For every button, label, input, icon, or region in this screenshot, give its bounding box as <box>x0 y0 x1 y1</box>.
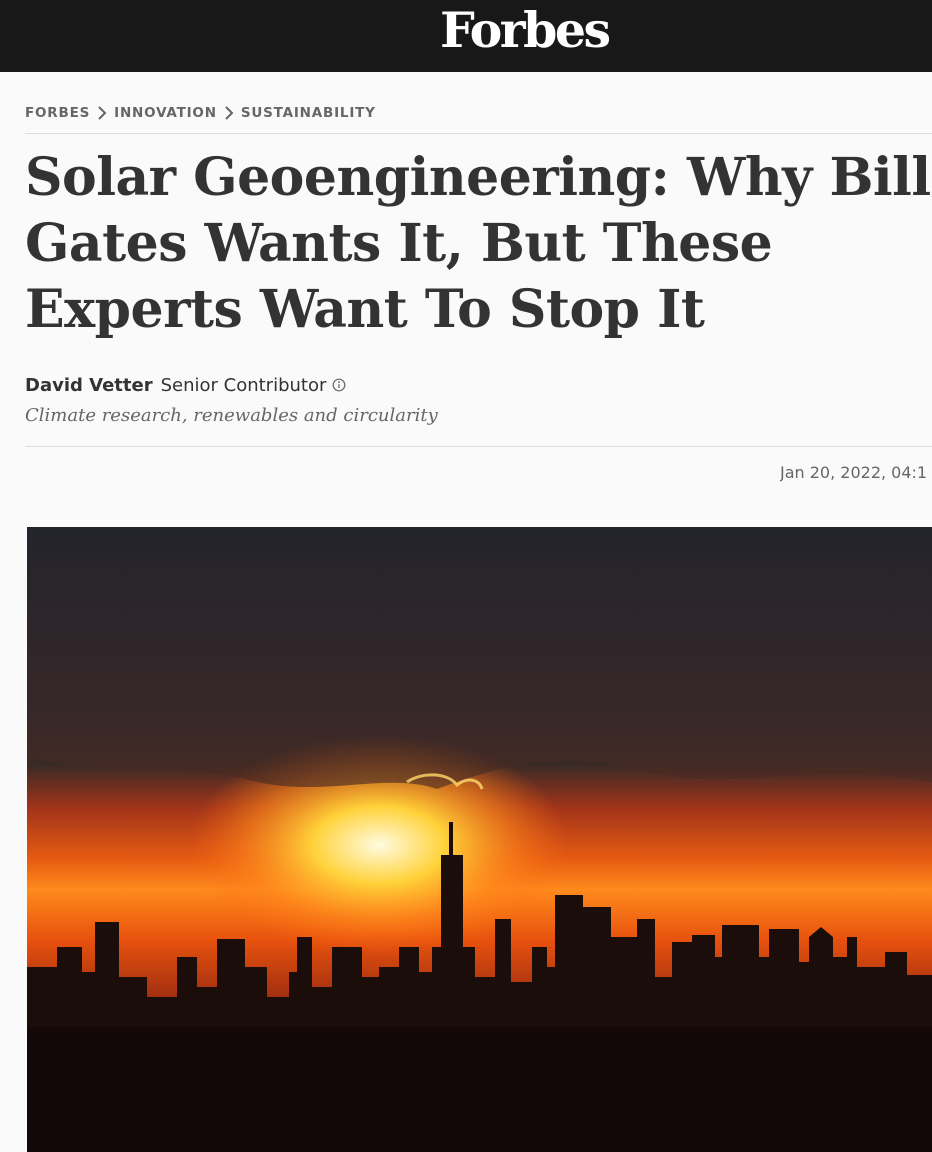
divider <box>25 446 932 447</box>
author-name-link[interactable]: David Vetter <box>25 375 153 396</box>
author-role: Senior Contributor <box>160 374 327 396</box>
breadcrumb-item-innovation[interactable]: INNOVATION <box>114 105 217 121</box>
forbes-logo[interactable]: Forbes <box>440 2 611 58</box>
chevron-right-icon <box>217 103 241 123</box>
breadcrumb-item-forbes[interactable]: FORBES <box>25 105 90 121</box>
publish-timestamp: Jan 20, 2022, 04:1 <box>780 463 928 482</box>
site-header: Forbes <box>0 0 932 72</box>
divider <box>25 133 932 134</box>
article-headline: Solar Geoengineering: Why Bill Gates Wan… <box>25 147 931 340</box>
breadcrumb: FORBES INNOVATION SUSTAINABILITY <box>25 103 376 123</box>
chevron-right-icon <box>90 103 114 123</box>
info-icon[interactable] <box>332 378 346 392</box>
breadcrumb-item-sustainability[interactable]: SUSTAINABILITY <box>241 105 376 121</box>
hero-image <box>27 527 932 1152</box>
author-tagline: Climate research, renewables and circula… <box>25 405 438 426</box>
author-byline: David Vetter Senior Contributor <box>25 372 346 398</box>
